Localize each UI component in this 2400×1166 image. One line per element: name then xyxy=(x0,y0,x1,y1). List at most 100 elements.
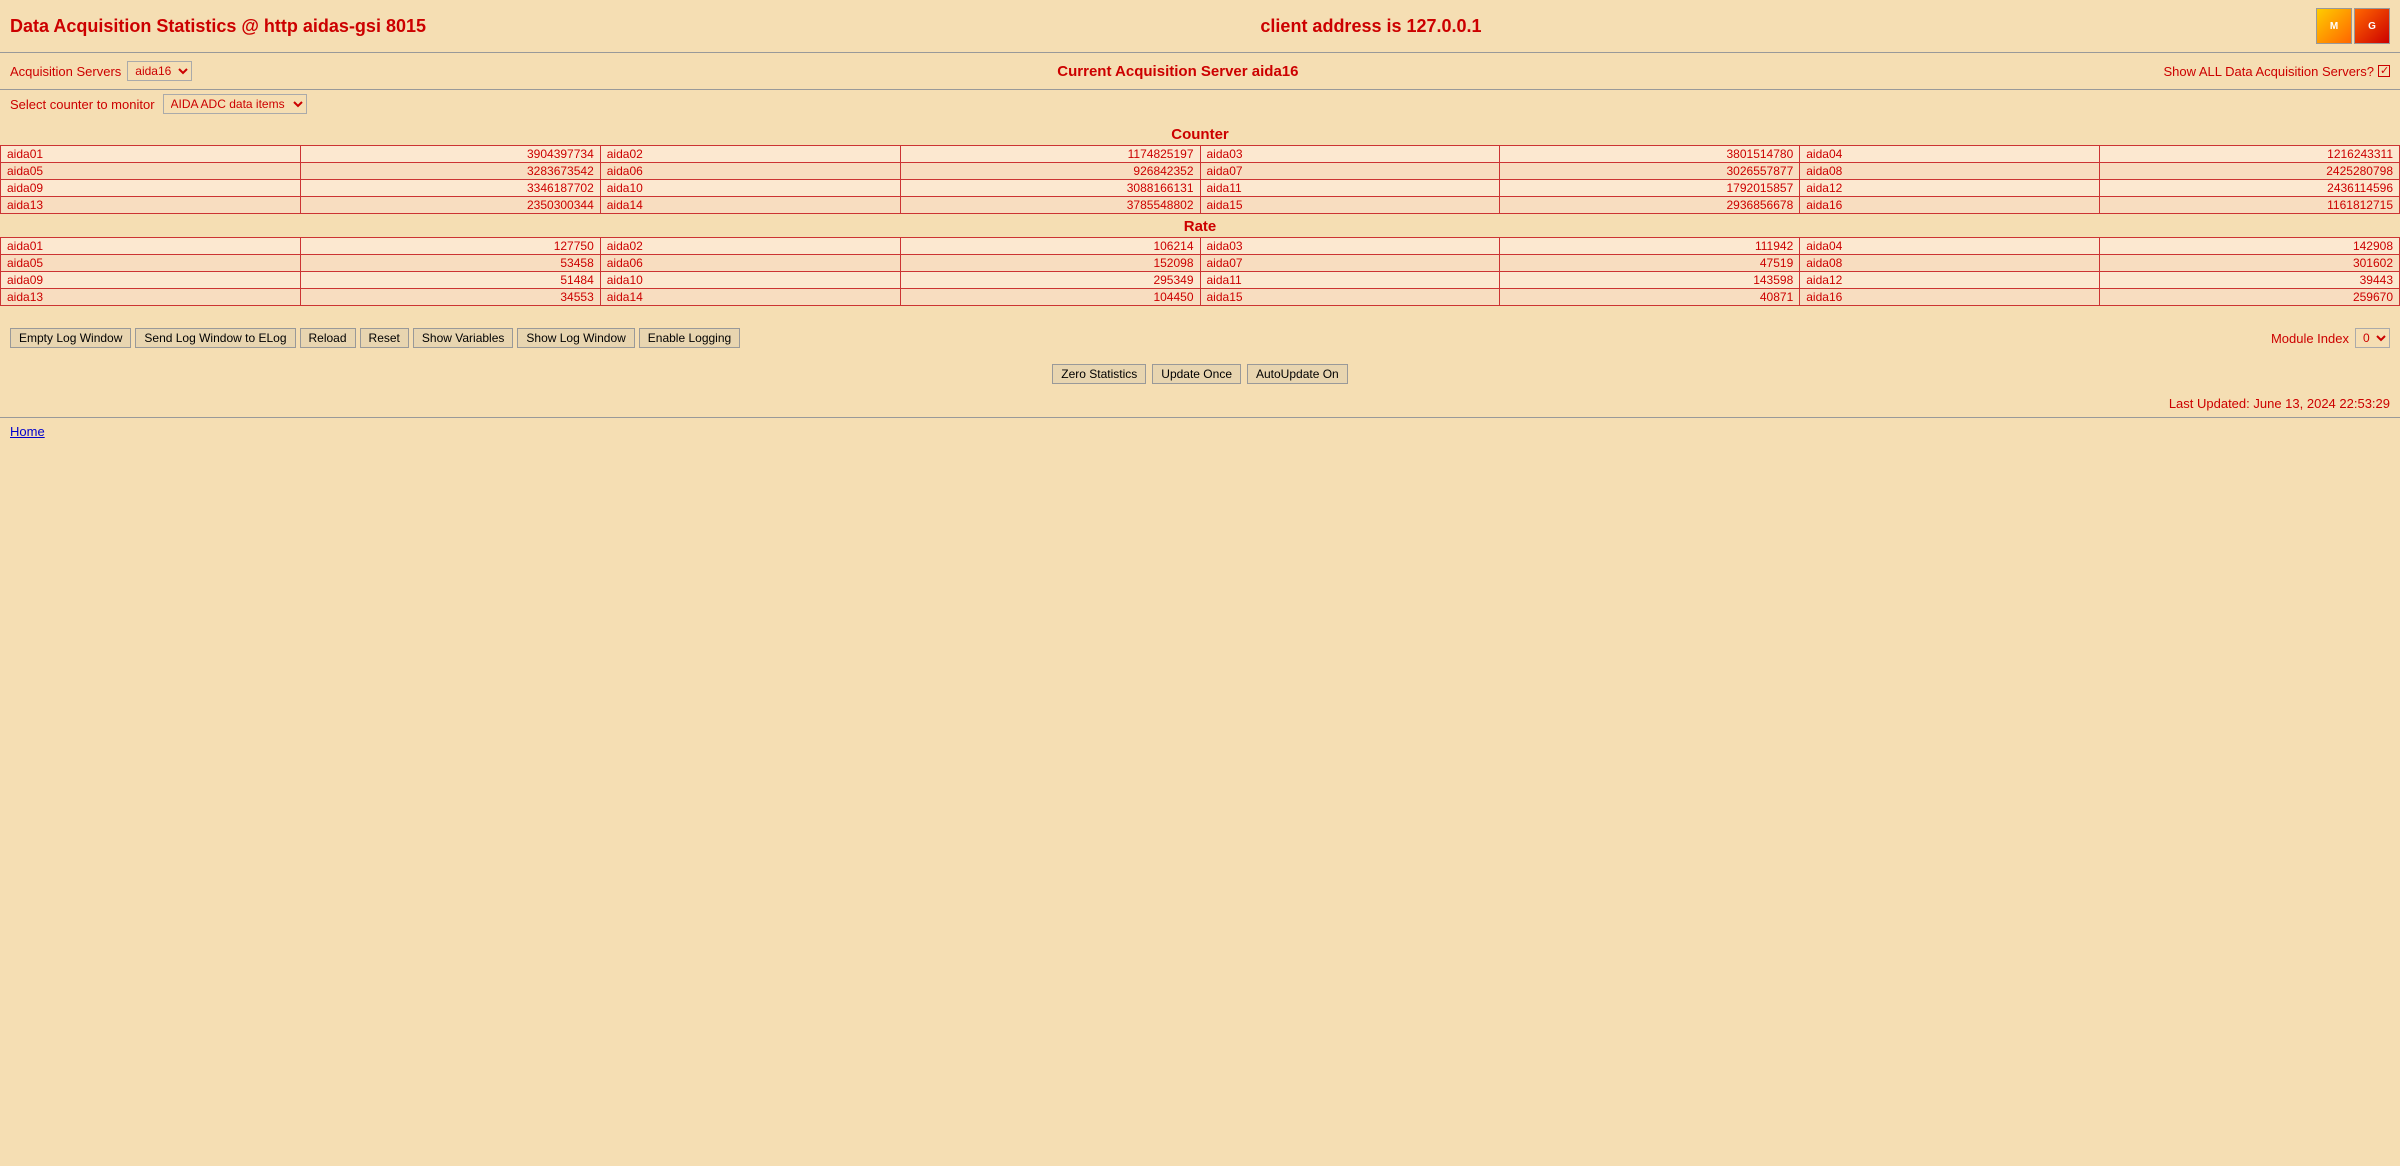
counter-cell-value: 2436114596 xyxy=(2100,180,2400,197)
counter-cell-value: 3283673542 xyxy=(300,163,600,180)
rate-cell-name: aida16 xyxy=(1800,289,2100,306)
counter-table: aida013904397734aida021174825197aida0338… xyxy=(0,145,2400,214)
rate-cell-value: 39443 xyxy=(2100,272,2400,289)
counter-cell-value: 3785548802 xyxy=(900,197,1200,214)
rate-cell-name: aida12 xyxy=(1800,272,2100,289)
server-select[interactable]: aida16 aida01 aida02 aida03 xyxy=(127,61,192,81)
rate-cell-name: aida03 xyxy=(1200,238,1500,255)
counter-cell-value: 2936856678 xyxy=(1500,197,1800,214)
counter-cell-name: aida11 xyxy=(1200,180,1500,197)
rate-cell-value: 111942 xyxy=(1500,238,1800,255)
show-log-window-button[interactable]: Show Log Window xyxy=(517,328,634,348)
rate-cell-value: 47519 xyxy=(1500,255,1800,272)
counter-cell-name: aida07 xyxy=(1200,163,1500,180)
rate-cell-value: 259670 xyxy=(2100,289,2400,306)
current-server-label: Current Acquisition Server aida16 xyxy=(1057,63,1298,80)
counter-cell-value: 1792015857 xyxy=(1500,180,1800,197)
statistics-action-buttons: Zero Statistics Update Once AutoUpdate O… xyxy=(0,358,2400,390)
counter-cell-name: aida15 xyxy=(1200,197,1500,214)
counter-cell-name: aida10 xyxy=(600,180,900,197)
page-title: Data Acquisition Statistics @ http aidas… xyxy=(10,16,426,37)
counter-cell-value: 3346187702 xyxy=(300,180,600,197)
rate-cell-value: 106214 xyxy=(900,238,1200,255)
rate-cell-value: 143598 xyxy=(1500,272,1800,289)
rate-cell-name: aida10 xyxy=(600,272,900,289)
rate-cell-name: aida08 xyxy=(1800,255,2100,272)
rate-cell-value: 104450 xyxy=(900,289,1200,306)
gsi-logo: G xyxy=(2354,8,2390,44)
rate-cell-value: 127750 xyxy=(300,238,600,255)
acq-servers-label: Acquisition Servers xyxy=(10,64,121,79)
rate-cell-name: aida13 xyxy=(1,289,301,306)
counter-cell-value: 1161812715 xyxy=(2100,197,2400,214)
counter-select-bar: Select counter to monitor AIDA ADC data … xyxy=(0,90,2400,122)
rate-cell-name: aida01 xyxy=(1,238,301,255)
counter-section-header: Counter xyxy=(0,122,2400,145)
footer: Home xyxy=(0,418,2400,449)
counter-cell-name: aida14 xyxy=(600,197,900,214)
counter-cell-name: aida01 xyxy=(1,146,301,163)
counter-cell-value: 3801514780 xyxy=(1500,146,1800,163)
counter-cell-value: 3088166131 xyxy=(900,180,1200,197)
rate-cell-name: aida14 xyxy=(600,289,900,306)
show-all-servers[interactable]: Show ALL Data Acquisition Servers? xyxy=(2163,64,2390,79)
rate-table: aida01127750aida02106214aida03111942aida… xyxy=(0,237,2400,306)
buttons-bar: Empty Log Window Send Log Window to ELog… xyxy=(0,318,2400,358)
rate-cell-value: 51484 xyxy=(300,272,600,289)
counter-select-label: Select counter to monitor xyxy=(10,97,155,112)
rate-cell-name: aida05 xyxy=(1,255,301,272)
rate-cell-name: aida07 xyxy=(1200,255,1500,272)
logo-area: M G xyxy=(2316,8,2390,44)
counter-cell-value: 1174825197 xyxy=(900,146,1200,163)
rate-cell-name: aida11 xyxy=(1200,272,1500,289)
counter-cell-name: aida08 xyxy=(1800,163,2100,180)
module-index-select[interactable]: 0 1 2 xyxy=(2355,328,2390,348)
rate-cell-value: 301602 xyxy=(2100,255,2400,272)
counter-cell-value: 2425280798 xyxy=(2100,163,2400,180)
counter-cell-name: aida13 xyxy=(1,197,301,214)
rate-cell-value: 53458 xyxy=(300,255,600,272)
action-buttons-left: Empty Log Window Send Log Window to ELog… xyxy=(10,328,740,348)
rate-section-header: Rate xyxy=(0,214,2400,237)
show-all-label: Show ALL Data Acquisition Servers? xyxy=(2163,64,2374,79)
rate-cell-name: aida15 xyxy=(1200,289,1500,306)
page-header: Data Acquisition Statistics @ http aidas… xyxy=(0,0,2400,52)
counter-type-select[interactable]: AIDA ADC data items AIDA TDC data items … xyxy=(163,94,307,114)
counter-cell-value: 1216243311 xyxy=(2100,146,2400,163)
counter-cell-name: aida04 xyxy=(1800,146,2100,163)
counter-cell-value: 3904397734 xyxy=(300,146,600,163)
rate-cell-value: 34553 xyxy=(300,289,600,306)
acq-server-selector: Acquisition Servers aida16 aida01 aida02… xyxy=(10,61,192,81)
last-updated: Last Updated: June 13, 2024 22:53:29 xyxy=(0,390,2400,417)
show-all-checkbox[interactable] xyxy=(2378,65,2390,77)
autoupdate-on-button[interactable]: AutoUpdate On xyxy=(1247,364,1348,384)
counter-cell-name: aida06 xyxy=(600,163,900,180)
counter-cell-value: 926842352 xyxy=(900,163,1200,180)
rate-cell-value: 152098 xyxy=(900,255,1200,272)
rate-cell-value: 40871 xyxy=(1500,289,1800,306)
counter-cell-name: aida12 xyxy=(1800,180,2100,197)
client-address: client address is 127.0.0.1 xyxy=(1260,16,1481,37)
module-index-label: Module Index xyxy=(2271,331,2349,346)
counter-cell-value: 3026557877 xyxy=(1500,163,1800,180)
reload-button[interactable]: Reload xyxy=(300,328,356,348)
rate-cell-name: aida06 xyxy=(600,255,900,272)
counter-cell-value: 2350300344 xyxy=(300,197,600,214)
send-log-window-button[interactable]: Send Log Window to ELog xyxy=(135,328,295,348)
counter-cell-name: aida16 xyxy=(1800,197,2100,214)
zero-statistics-button[interactable]: Zero Statistics xyxy=(1052,364,1146,384)
update-once-button[interactable]: Update Once xyxy=(1152,364,1241,384)
rate-cell-value: 142908 xyxy=(2100,238,2400,255)
counter-cell-name: aida03 xyxy=(1200,146,1500,163)
acquisition-bar: Acquisition Servers aida16 aida01 aida02… xyxy=(0,53,2400,89)
rate-cell-name: aida04 xyxy=(1800,238,2100,255)
enable-logging-button[interactable]: Enable Logging xyxy=(639,328,740,348)
module-index-area: Module Index 0 1 2 xyxy=(2271,328,2390,348)
counter-cell-name: aida09 xyxy=(1,180,301,197)
show-variables-button[interactable]: Show Variables xyxy=(413,328,514,348)
counter-cell-name: aida02 xyxy=(600,146,900,163)
midas-logo: M xyxy=(2316,8,2352,44)
empty-log-window-button[interactable]: Empty Log Window xyxy=(10,328,131,348)
reset-button[interactable]: Reset xyxy=(360,328,409,348)
home-link[interactable]: Home xyxy=(10,424,45,439)
